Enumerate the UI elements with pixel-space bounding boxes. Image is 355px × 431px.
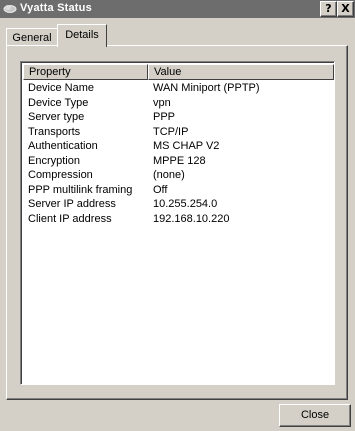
list-item[interactable]: Transports TCP/IP (23, 125, 332, 140)
window-title: Vyatta Status (20, 2, 92, 14)
list-item[interactable]: PPP multilink framing Off (23, 183, 332, 198)
close-button[interactable]: Close (279, 404, 351, 427)
property-cell: Device Type (28, 96, 89, 109)
property-cell: Encryption (28, 154, 80, 167)
details-list[interactable]: Property Value Device Name WAN Miniport … (20, 61, 335, 385)
tab-details[interactable]: Details (57, 24, 107, 47)
value-cell: TCP/IP (153, 125, 189, 138)
column-header-property[interactable]: Property (23, 64, 148, 80)
help-icon[interactable]: ? (320, 1, 337, 17)
list-item[interactable]: Server type PPP (23, 110, 332, 125)
list-rows: Device Name WAN Miniport (PPTP) Device T… (23, 81, 332, 226)
property-cell: Device Name (28, 82, 95, 94)
value-cell: vpn (153, 96, 171, 109)
property-cell: Compression (28, 169, 93, 181)
column-header-value[interactable]: Value (148, 64, 334, 80)
close-icon[interactable]: X (337, 1, 354, 17)
list-item[interactable]: Server IP address 10.255.254.0 (23, 197, 332, 212)
value-cell: Off (153, 183, 168, 196)
list-item[interactable]: Encryption MPPE 128 (23, 154, 332, 169)
value-cell: WAN Miniport (PPTP) (153, 82, 260, 94)
list-header: Property Value (23, 64, 334, 80)
list-item[interactable]: Device Name WAN Miniport (PPTP) (23, 81, 332, 96)
property-cell: Client IP address (28, 212, 112, 225)
property-cell: Transports (28, 125, 81, 138)
details-panel: Property Value Device Name WAN Miniport … (6, 45, 348, 400)
value-cell: (none) (153, 169, 185, 181)
value-cell: 192.168.10.220 (153, 212, 230, 225)
value-cell: MPPE 128 (153, 154, 206, 167)
property-cell: Server IP address (28, 198, 116, 210)
property-cell: Server type (28, 111, 85, 123)
title-bar[interactable]: Vyatta Status ? X (0, 0, 355, 18)
property-cell: Authentication (28, 140, 98, 152)
list-item[interactable]: Client IP address 192.168.10.220 (23, 212, 332, 227)
value-cell: PPP (153, 111, 176, 123)
value-cell: 10.255.254.0 (153, 198, 218, 210)
property-cell: PPP multilink framing (28, 183, 133, 196)
list-item[interactable]: Device Type vpn (23, 96, 332, 111)
list-item[interactable]: Compression (none) (23, 168, 332, 183)
list-item[interactable]: Authentication MS CHAP V2 (23, 139, 332, 154)
value-cell: MS CHAP V2 (153, 140, 220, 152)
network-cloud-icon (3, 5, 17, 13)
